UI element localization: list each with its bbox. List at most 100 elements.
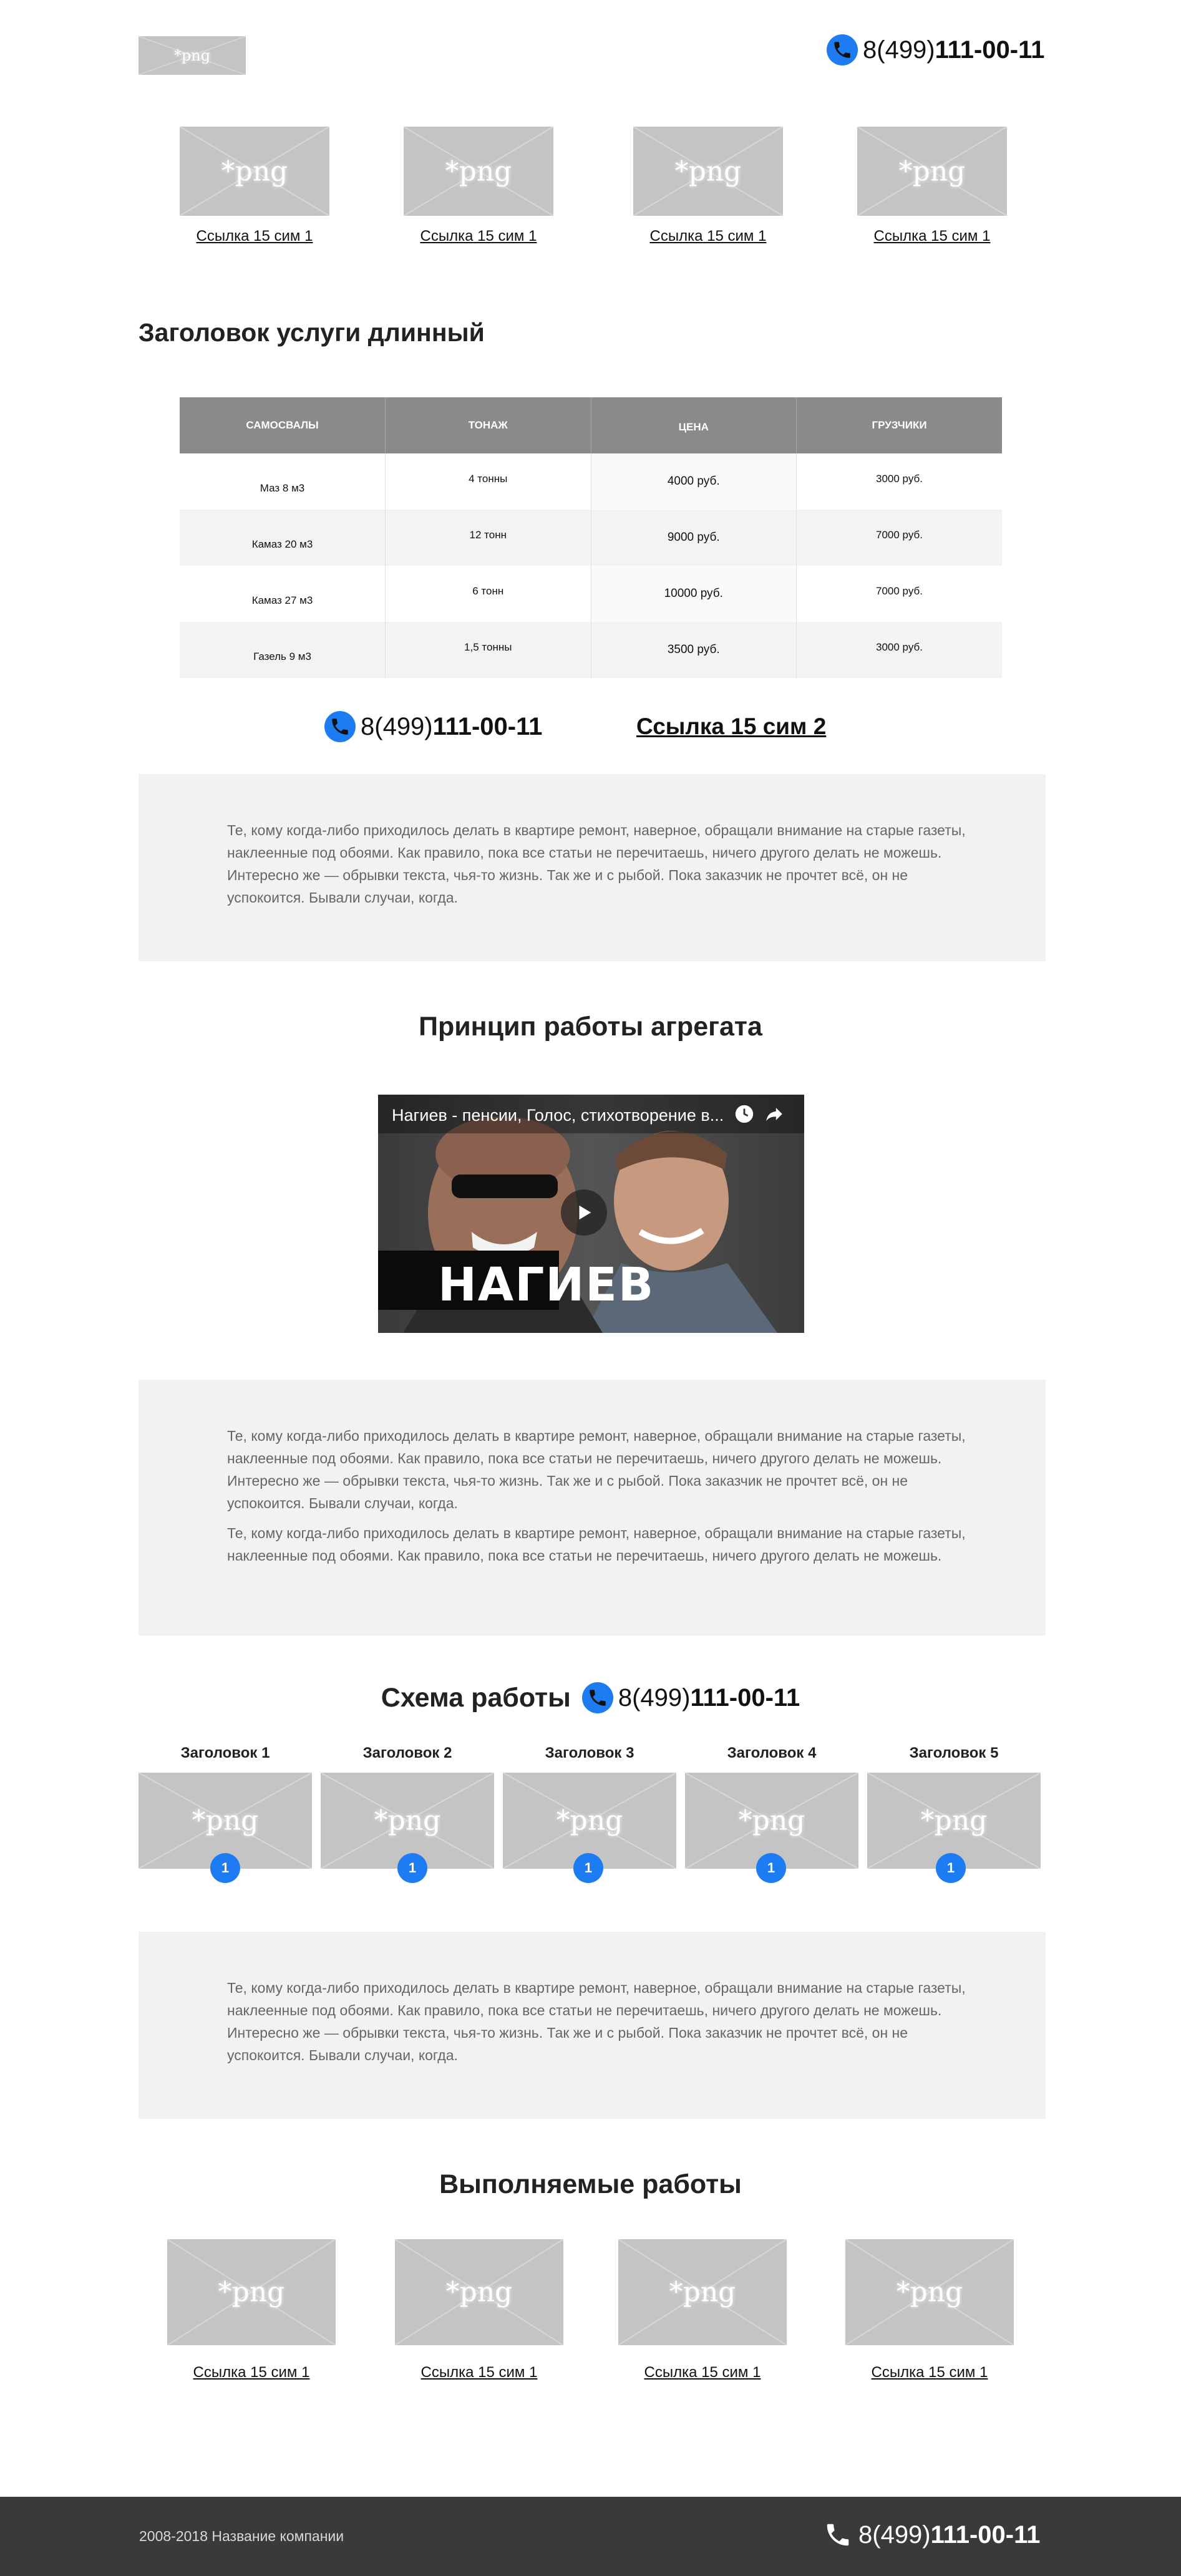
play-button[interactable]	[561, 1189, 607, 1236]
column-header: ЦЕНА	[591, 397, 797, 453]
table-cell: 6 тонн	[385, 566, 591, 622]
step-heading: Заголовок 1	[180, 1745, 270, 1761]
phone-number: 111-00-11	[930, 2520, 1041, 2549]
works-link[interactable]: Ссылка 15 сим 1	[836, 2364, 1023, 2381]
image-label: *png	[896, 2276, 963, 2308]
table-cell: 12 тонн	[385, 510, 591, 566]
image-label: *png	[374, 1804, 441, 1837]
scheme-header: Схема работы 8(499)111-00-11	[0, 1682, 1181, 1713]
table-cell: Газель 9 м3	[180, 622, 386, 678]
image-label: *png	[898, 155, 966, 187]
step-badge: 1	[756, 1853, 786, 1883]
step-heading: Заголовок 4	[727, 1745, 817, 1761]
play-icon	[579, 1205, 591, 1220]
gallery-image[interactable]: *png	[857, 127, 1007, 216]
step-heading: Заголовок 2	[362, 1745, 452, 1761]
step-badge: 1	[210, 1853, 240, 1883]
gallery-image[interactable]: *png	[633, 127, 783, 216]
works-image[interactable]: *png	[618, 2239, 787, 2345]
image-label: *png	[556, 1804, 623, 1837]
table-cell: Камаз 20 м3	[180, 510, 386, 566]
principle-title: Принцип работы агрегата	[419, 1012, 762, 1042]
table-cell: 3000 руб.	[796, 453, 1002, 510]
gallery-link[interactable]: Ссылка 15 сим 1	[838, 228, 1026, 245]
gallery-link[interactable]: Ссылка 15 сим 1	[385, 228, 572, 245]
logo-placeholder[interactable]: *png	[139, 36, 246, 75]
phone-prefix: 8(499)	[858, 2520, 931, 2549]
works-link[interactable]: Ссылка 15 сим 1	[609, 2364, 796, 2381]
phone-number: 111-00-11	[935, 36, 1045, 64]
service-phone[interactable]: 8(499)111-00-11	[324, 711, 542, 742]
step-heading: Заголовок 5	[909, 1745, 999, 1761]
table-cell: 3500 руб.	[591, 622, 797, 678]
column-header: ГРУЗЧИКИ	[796, 397, 1002, 453]
gallery-link[interactable]: Ссылка 15 сим 1	[615, 228, 802, 245]
text-paragraph: Те, кому когда-либо приходилось делать в…	[227, 822, 966, 906]
phone-number: 111-00-11	[432, 712, 543, 740]
price-table: САМОСВАЛЫ ТОНАЖ ЦЕНА ГРУЗЧИКИ Маз 8 м3 4…	[180, 397, 1002, 678]
footer-phone[interactable]: 8(499)111-00-11	[822, 2519, 1040, 2550]
scheme-title: Схема работы	[381, 1682, 571, 1713]
works-image[interactable]: *png	[167, 2239, 336, 2345]
phone-number: 111-00-11	[690, 1683, 800, 1712]
works-title: Выполняемые работы	[439, 2169, 742, 2199]
step-badge: 1	[573, 1853, 603, 1883]
text-block: Те, кому когда-либо приходилось делать в…	[139, 1380, 1046, 1635]
share-icon[interactable]	[764, 1103, 785, 1125]
step-heading: Заголовок 3	[545, 1745, 634, 1761]
table-cell: 3000 руб.	[796, 622, 1002, 678]
table-cell: Маз 8 м3	[180, 453, 386, 510]
service-link[interactable]: Ссылка 15 сим 2	[636, 714, 826, 740]
table-cell: 7000 руб.	[796, 510, 1002, 566]
image-label: *png	[920, 1804, 988, 1837]
image-label: *png	[674, 155, 742, 187]
image-label: *png	[738, 1804, 805, 1837]
table-row: Газель 9 м3 1,5 тонны 3500 руб. 3000 руб…	[180, 622, 1002, 678]
table-cell: 1,5 тонны	[385, 622, 591, 678]
phone-icon	[827, 34, 858, 65]
table-cell: 9000 руб.	[591, 510, 797, 566]
works-image[interactable]: *png	[395, 2239, 563, 2345]
column-header: САМОСВАЛЫ	[180, 397, 386, 453]
gallery-image[interactable]: *png	[180, 127, 329, 216]
video-overlay-text: НАГИЕВ	[438, 1258, 655, 1312]
step-badge: 1	[936, 1853, 966, 1883]
image-label: *png	[445, 2276, 513, 2308]
header-phone[interactable]: 8(499)111-00-11	[827, 34, 1044, 65]
scheme-phone[interactable]: 8(499)111-00-11	[581, 1682, 800, 1713]
phone-icon	[324, 711, 356, 742]
table-cell: 10000 руб.	[591, 566, 797, 622]
video-title[interactable]: Нагиев - пенсии, Голос, стихотворение в.…	[392, 1106, 741, 1125]
text-block: Те, кому когда-либо приходилось делать в…	[139, 774, 1046, 961]
image-label: *png	[192, 1804, 259, 1837]
text-paragraph: Те, кому когда-либо приходилось делать в…	[227, 1525, 966, 1564]
text-paragraph: Те, кому когда-либо приходилось делать в…	[227, 1980, 966, 2063]
column-header: ТОНАЖ	[385, 397, 591, 453]
image-label: *png	[218, 2276, 285, 2308]
works-link[interactable]: Ссылка 15 сим 1	[386, 2364, 573, 2381]
phone-prefix: 8(499)	[618, 1683, 691, 1712]
image-label: *png	[669, 2276, 736, 2308]
step-badge: 1	[397, 1853, 427, 1883]
table-header-row: САМОСВАЛЫ ТОНАЖ ЦЕНА ГРУЗЧИКИ	[180, 397, 1002, 453]
gallery-link[interactable]: Ссылка 15 сим 1	[161, 228, 348, 245]
footer: 2008-2018 Название компании 8(499)111-00…	[0, 2497, 1181, 2576]
image-label: *png	[445, 155, 512, 187]
image-label: *png	[221, 155, 288, 187]
table-cell: Камаз 27 м3	[180, 566, 386, 622]
table-cell: 4 тонны	[385, 453, 591, 510]
text-paragraph: Те, кому когда-либо приходилось делать в…	[227, 1428, 966, 1511]
works-image[interactable]: *png	[845, 2239, 1014, 2345]
table-cell: 4000 руб.	[591, 453, 797, 510]
service-title: Заголовок услуги длинный	[139, 318, 485, 347]
works-link[interactable]: Ссылка 15 сим 1	[158, 2364, 345, 2381]
logo-label: *png	[173, 47, 211, 64]
table-cell: 7000 руб.	[796, 566, 1002, 622]
phone-icon	[822, 2519, 853, 2550]
phone-prefix: 8(499)	[361, 712, 433, 740]
copyright: 2008-2018 Название компании	[139, 2528, 344, 2544]
watch-later-icon[interactable]	[734, 1103, 755, 1125]
phone-prefix: 8(499)	[863, 36, 935, 64]
video-player[interactable]: Нагиев - пенсии, Голос, стихотворение в.…	[378, 1095, 804, 1333]
gallery-image[interactable]: *png	[404, 127, 553, 216]
